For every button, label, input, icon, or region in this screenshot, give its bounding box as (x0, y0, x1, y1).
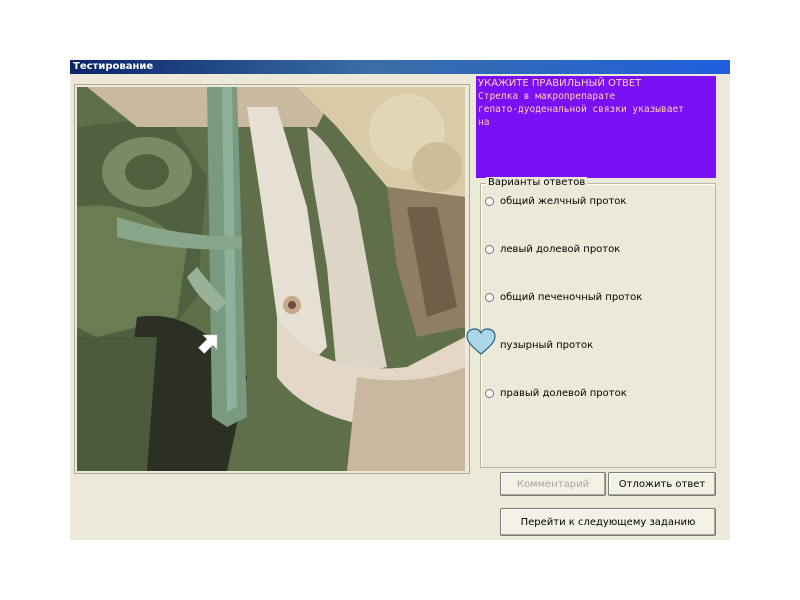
answer-option-label: левый долевой проток (500, 243, 621, 255)
answer-option-label: правый долевой проток (500, 387, 627, 399)
radio-button[interactable] (485, 388, 494, 398)
specimen-image-frame (74, 84, 470, 474)
answer-option-1[interactable]: общий желчный проток (485, 193, 626, 209)
radio-button[interactable] (485, 244, 494, 254)
question-heading: УКАЖИТЕ ПРАВИЛЬНЫЙ ОТВЕТ (478, 78, 642, 89)
radio-button[interactable] (485, 196, 494, 206)
window-title: Тестирование (70, 60, 730, 74)
question-text: Стрелка в макропрепарате гепато-дуоденал… (478, 91, 684, 128)
answer-option-4[interactable]: пузырный проток (485, 337, 593, 353)
answer-options-group: Варианты ответов общий желчный проток ле… (480, 177, 716, 468)
answer-group-title: Варианты ответов (486, 177, 588, 189)
specimen-image (77, 87, 465, 471)
heart-cursor-icon (466, 328, 496, 355)
anatomy-photo (77, 87, 465, 471)
answer-option-label: общий желчный проток (500, 195, 627, 207)
answer-option-3[interactable]: общий печеночный проток (485, 289, 642, 305)
question-panel: УКАЖИТЕ ПРАВИЛЬНЫЙ ОТВЕТ Стрелка в макро… (476, 76, 716, 178)
next-task-button[interactable]: Перейти к следующему заданию (500, 508, 716, 536)
answer-option-2[interactable]: левый долевой проток (485, 241, 620, 257)
answer-option-5[interactable]: правый долевой проток (485, 385, 627, 401)
answer-option-label: пузырный проток (500, 339, 594, 351)
answer-option-label: общий печеночный проток (500, 291, 643, 303)
postpone-answer-button[interactable]: Отложить ответ (608, 472, 716, 496)
test-window: Тестирование УКАЖИТЕ ПРАВИЛЬНЫЙ ОТВЕТ Ст… (70, 60, 730, 540)
radio-button[interactable] (485, 292, 494, 302)
comment-button[interactable]: Комментарий (500, 472, 606, 496)
